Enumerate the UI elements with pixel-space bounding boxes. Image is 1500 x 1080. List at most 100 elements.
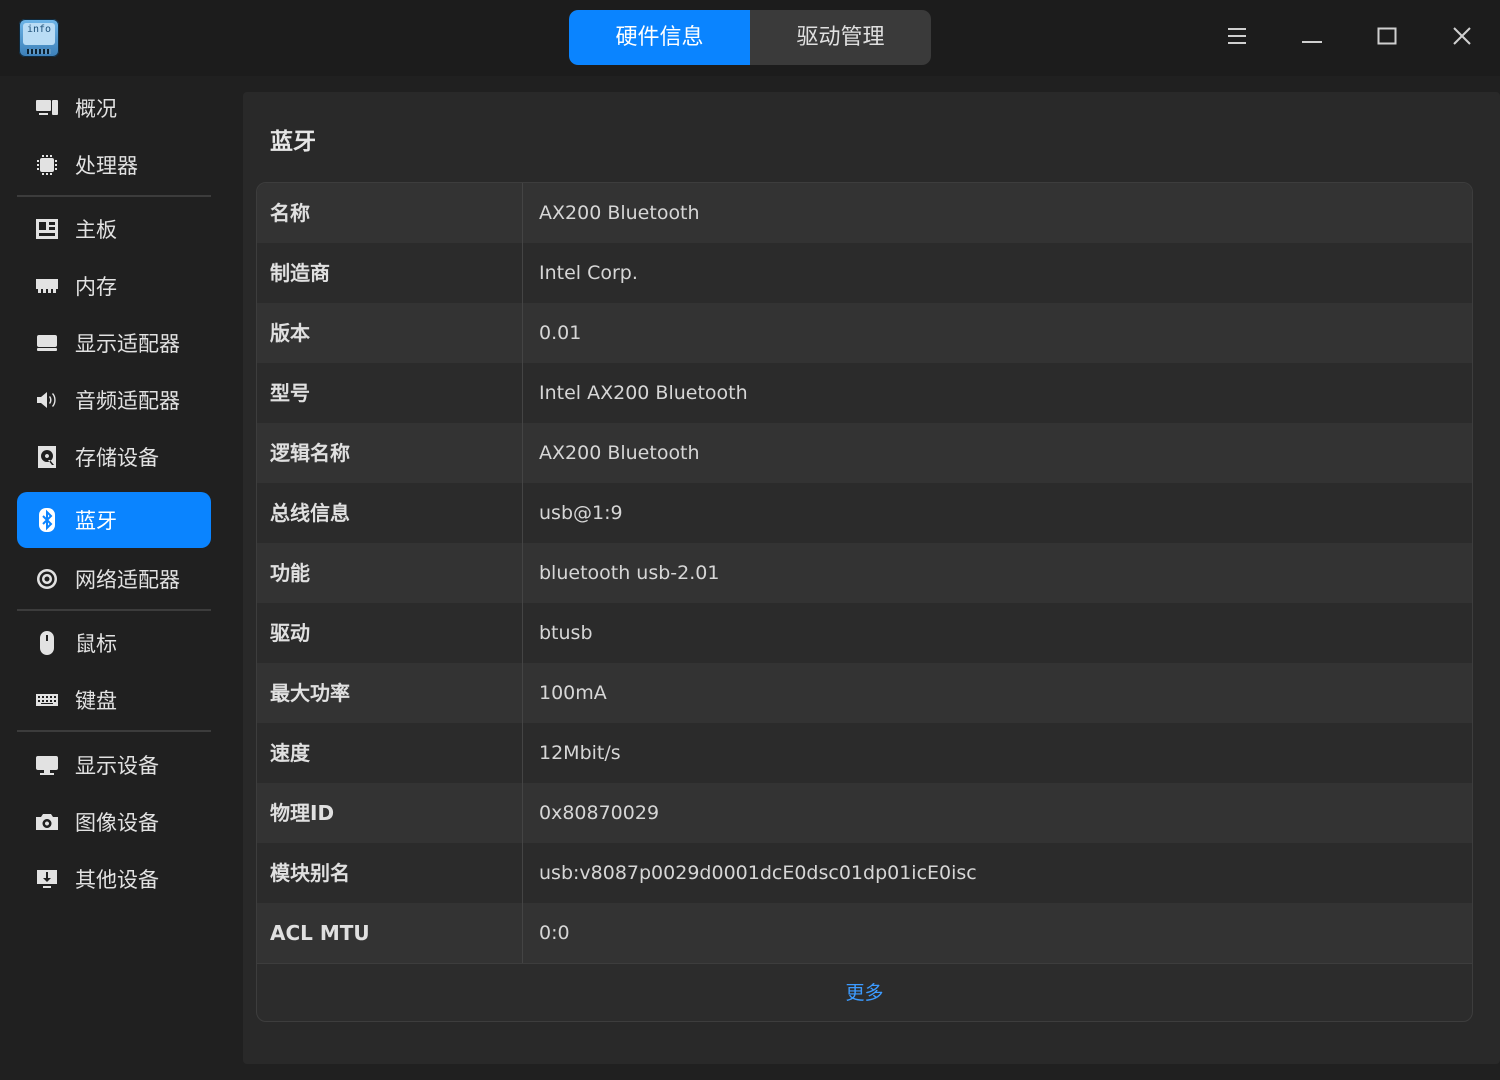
sidebar-divider bbox=[17, 609, 211, 611]
property-value: 100mA bbox=[539, 682, 607, 704]
sidebar-item-label: 内存 bbox=[75, 275, 117, 299]
table-row: 型号 Intel AX200 Bluetooth bbox=[257, 363, 1472, 423]
close-button[interactable] bbox=[1444, 20, 1480, 56]
sidebar-item-display-device[interactable]: 显示设备 bbox=[17, 737, 211, 793]
details-panel: 蓝牙 名称 AX200 Bluetooth 制造商 Intel Corp. 版本… bbox=[243, 92, 1500, 1064]
property-key: 总线信息 bbox=[257, 483, 523, 543]
close-icon bbox=[1453, 27, 1471, 49]
network-icon bbox=[35, 567, 59, 591]
sidebar-item-overview[interactable]: 概况 bbox=[17, 80, 211, 136]
storage-icon bbox=[35, 445, 59, 469]
keyboard-icon bbox=[35, 688, 59, 712]
property-value: btusb bbox=[539, 622, 593, 644]
other-device-icon bbox=[35, 867, 59, 891]
sidebar-item-audio-adapter[interactable]: 音频适配器 bbox=[17, 372, 211, 428]
sidebar-item-network-adapter[interactable]: 网络适配器 bbox=[17, 551, 211, 607]
motherboard-icon bbox=[35, 217, 59, 241]
sidebar-item-label: 概况 bbox=[75, 97, 117, 121]
sidebar-item-other-device[interactable]: 其他设备 bbox=[17, 851, 211, 907]
table-row: 功能 bluetooth usb-2.01 bbox=[257, 543, 1472, 603]
property-key: 型号 bbox=[257, 363, 523, 423]
property-value: Intel Corp. bbox=[539, 262, 638, 284]
property-value: 0:0 bbox=[539, 922, 570, 944]
sidebar-item-bluetooth[interactable]: 蓝牙 bbox=[17, 492, 211, 548]
sidebar-item-label: 键盘 bbox=[75, 689, 117, 713]
menu-button[interactable] bbox=[1219, 20, 1255, 56]
properties-table: 名称 AX200 Bluetooth 制造商 Intel Corp. 版本 0.… bbox=[256, 182, 1473, 1022]
top-tabs: 硬件信息 驱动管理 bbox=[569, 10, 931, 65]
sidebar-divider bbox=[17, 730, 211, 732]
tab-driver-management[interactable]: 驱动管理 bbox=[750, 10, 931, 65]
property-value: 0x80870029 bbox=[539, 802, 660, 824]
table-row: ACL MTU 0:0 bbox=[257, 903, 1472, 963]
table-row: 驱动 btusb bbox=[257, 603, 1472, 663]
property-key: 最大功率 bbox=[257, 663, 523, 723]
sidebar: 概况 处理器 主板 内存 显示适配器 音频适配器 存储设备 蓝牙 网络适配器 鼠… bbox=[0, 76, 228, 1080]
sidebar-item-label: 存储设备 bbox=[75, 446, 159, 470]
table-row: 逻辑名称 AX200 Bluetooth bbox=[257, 423, 1472, 483]
sidebar-item-memory[interactable]: 内存 bbox=[17, 258, 211, 314]
table-row: 制造商 Intel Corp. bbox=[257, 243, 1472, 303]
minimize-button[interactable] bbox=[1294, 20, 1330, 56]
monitor-icon bbox=[35, 753, 59, 777]
table-row: 最大功率 100mA bbox=[257, 663, 1472, 723]
property-value: AX200 Bluetooth bbox=[539, 202, 700, 224]
property-key: 制造商 bbox=[257, 243, 523, 303]
bluetooth-icon bbox=[35, 508, 59, 532]
property-key: 逻辑名称 bbox=[257, 423, 523, 483]
overview-icon bbox=[35, 96, 59, 120]
gpu-icon bbox=[35, 331, 59, 355]
property-value: usb:v8087p0029d0001dcE0dsc01dp01icE0isc bbox=[539, 862, 977, 884]
sidebar-item-label: 显示设备 bbox=[75, 754, 159, 778]
sidebar-item-mouse[interactable]: 鼠标 bbox=[17, 615, 211, 671]
sidebar-item-label: 蓝牙 bbox=[75, 509, 117, 533]
camera-icon bbox=[35, 810, 59, 834]
property-key: 驱动 bbox=[257, 603, 523, 663]
sidebar-item-label: 鼠标 bbox=[75, 632, 117, 656]
property-key: ACL MTU bbox=[257, 903, 523, 963]
app-icon: info bbox=[19, 19, 59, 57]
device-manager-window: info 硬件信息 驱动管理 概况 处理器 主板 内存 显示适配器 音频适配器 … bbox=[0, 0, 1500, 1080]
table-row: 速度 12Mbit/s bbox=[257, 723, 1472, 783]
property-value: 0.01 bbox=[539, 322, 582, 344]
property-key: 版本 bbox=[257, 303, 523, 363]
property-value: Intel AX200 Bluetooth bbox=[539, 382, 748, 404]
more-link[interactable]: 更多 bbox=[257, 963, 1472, 1021]
property-value: usb@1:9 bbox=[539, 502, 623, 524]
title-bar: info 硬件信息 驱动管理 bbox=[0, 0, 1500, 76]
sidebar-item-label: 音频适配器 bbox=[75, 389, 180, 413]
property-key: 速度 bbox=[257, 723, 523, 783]
menu-icon bbox=[1227, 27, 1247, 49]
sidebar-item-imaging-device[interactable]: 图像设备 bbox=[17, 794, 211, 850]
sidebar-item-label: 网络适配器 bbox=[75, 568, 180, 592]
sidebar-item-label: 处理器 bbox=[75, 154, 138, 178]
sidebar-item-label: 其他设备 bbox=[75, 868, 159, 892]
table-row: 名称 AX200 Bluetooth bbox=[257, 183, 1472, 243]
property-key: 模块别名 bbox=[257, 843, 523, 903]
memory-icon bbox=[35, 274, 59, 298]
sidebar-item-label: 主板 bbox=[75, 218, 117, 242]
maximize-button[interactable] bbox=[1369, 20, 1405, 56]
sidebar-item-motherboard[interactable]: 主板 bbox=[17, 201, 211, 257]
property-value: AX200 Bluetooth bbox=[539, 442, 700, 464]
table-row: 物理ID 0x80870029 bbox=[257, 783, 1472, 843]
property-key: 物理ID bbox=[257, 783, 523, 843]
property-value: bluetooth usb-2.01 bbox=[539, 562, 720, 584]
sidebar-item-label: 图像设备 bbox=[75, 811, 159, 835]
table-row: 总线信息 usb@1:9 bbox=[257, 483, 1472, 543]
sidebar-item-keyboard[interactable]: 键盘 bbox=[17, 672, 211, 728]
page-title: 蓝牙 bbox=[270, 129, 316, 155]
sidebar-divider bbox=[17, 195, 211, 197]
sidebar-item-label: 显示适配器 bbox=[75, 332, 180, 356]
tab-hardware-info[interactable]: 硬件信息 bbox=[569, 10, 750, 65]
table-row: 模块别名 usb:v8087p0029d0001dcE0dsc01dp01icE… bbox=[257, 843, 1472, 903]
mouse-icon bbox=[35, 631, 59, 655]
cpu-icon bbox=[35, 153, 59, 177]
table-row: 版本 0.01 bbox=[257, 303, 1472, 363]
sidebar-item-display-adapter[interactable]: 显示适配器 bbox=[17, 315, 211, 371]
app-icon-label: info bbox=[23, 23, 55, 45]
speaker-icon bbox=[35, 388, 59, 412]
sidebar-item-storage[interactable]: 存储设备 bbox=[17, 429, 211, 485]
sidebar-item-cpu[interactable]: 处理器 bbox=[17, 137, 211, 193]
property-key: 名称 bbox=[257, 183, 523, 243]
